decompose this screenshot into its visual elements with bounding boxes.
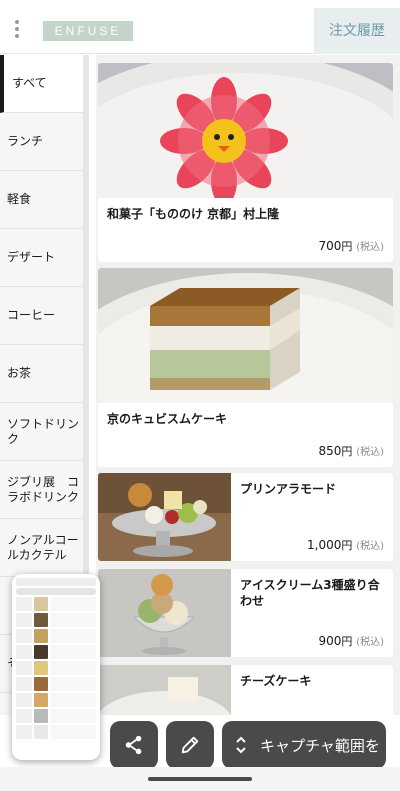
- product-name: 和菓子「もののけ 京都」村上隆: [107, 207, 280, 221]
- product-price: 700円 (税込): [318, 238, 384, 254]
- product-price: 1,000円 (税込): [307, 537, 384, 553]
- category-label: すべて: [12, 76, 47, 90]
- preview-url-bar: [16, 588, 96, 595]
- menu-card[interactable]: プリンアラモード 1,000円 (税込): [98, 473, 393, 561]
- home-gesture-handle[interactable]: [148, 777, 252, 781]
- category-label: ランチ: [7, 134, 44, 148]
- currency-unit: 円: [341, 635, 353, 648]
- category-item-soft-drink[interactable]: ソフトドリンク: [0, 403, 83, 461]
- category-label: お茶: [7, 366, 32, 380]
- pencil-icon: [181, 736, 199, 754]
- category-item-coffee[interactable]: コーヒー: [0, 287, 83, 345]
- category-item-non-alcohol[interactable]: ノンアルコールカクテル: [0, 519, 83, 577]
- category-item-ghibli-collab[interactable]: ジブリ展 コラボドリンク: [0, 461, 83, 519]
- more-options-icon[interactable]: [10, 20, 24, 42]
- menu-card[interactable]: チーズケーキ: [98, 665, 393, 715]
- menu-card[interactable]: 和菓子「もののけ 京都」村上隆 700円 (税込): [98, 63, 393, 262]
- product-price: 850円 (税込): [318, 443, 384, 459]
- category-label: ソフトドリンク: [7, 416, 80, 446]
- product-image: [98, 63, 393, 198]
- product-image: [98, 268, 393, 403]
- status-bar: [0, 0, 400, 8]
- currency-unit: 円: [341, 539, 353, 552]
- product-image: [98, 569, 231, 657]
- preview-status: [16, 578, 96, 586]
- app-header: ENFUSE 注文履歴: [0, 8, 400, 54]
- preview-row: [16, 645, 96, 659]
- preview-row: [16, 661, 96, 675]
- menu-card[interactable]: アイスクリーム3種盛り合わせ 900円 (税込): [98, 569, 393, 657]
- preview-row: [16, 629, 96, 643]
- preview-row: [16, 613, 96, 627]
- capture-toolbar: キャプチャ範囲を: [0, 715, 400, 769]
- preview-row: [16, 693, 96, 707]
- category-label: ジブリ展 コラボドリンク: [7, 474, 80, 504]
- price-value: 1,000: [307, 538, 342, 552]
- tax-note: (税込): [356, 637, 384, 648]
- capture-range-label: キャプチャ範囲を: [260, 736, 380, 755]
- price-value: 850: [318, 444, 342, 458]
- tax-note: (税込): [356, 447, 384, 458]
- category-item-all[interactable]: すべて: [0, 55, 83, 113]
- product-image: [98, 665, 231, 715]
- category-item-tea[interactable]: お茶: [0, 345, 83, 403]
- category-label: デザート: [7, 250, 56, 264]
- tax-note: (税込): [356, 541, 384, 552]
- order-history-button[interactable]: 注文履歴: [314, 8, 400, 54]
- product-name: 京のキュビスムケーキ: [107, 412, 228, 426]
- category-label: コーヒー: [7, 308, 56, 322]
- capture-range-button[interactable]: キャプチャ範囲を: [222, 721, 386, 769]
- share-icon: [125, 735, 142, 755]
- product-name: チーズケーキ: [240, 674, 312, 688]
- category-label: 軽食: [7, 192, 32, 206]
- brand-logo: ENFUSE: [43, 21, 133, 41]
- price-value: 700: [318, 239, 342, 253]
- product-price: 900円 (税込): [318, 633, 384, 649]
- system-navigation-bar: [0, 767, 400, 791]
- product-image: [98, 473, 231, 561]
- preview-row: [16, 597, 96, 611]
- preview-row: [16, 677, 96, 691]
- share-button[interactable]: [110, 721, 158, 769]
- currency-unit: 円: [341, 445, 353, 458]
- price-value: 900: [318, 634, 342, 648]
- currency-unit: 円: [341, 240, 353, 253]
- expand-collapse-icon: [234, 735, 248, 755]
- menu-list: 和菓子「もののけ 京都」村上隆 700円 (税込) 京のキュビスムケーキ 850…: [96, 55, 400, 715]
- category-item-dessert[interactable]: デザート: [0, 229, 83, 287]
- menu-card[interactable]: 京のキュビスムケーキ 850円 (税込): [98, 268, 393, 467]
- category-item-lunch[interactable]: ランチ: [0, 113, 83, 171]
- category-item-light-meal[interactable]: 軽食: [0, 171, 83, 229]
- product-name: プリンアラモード: [240, 482, 337, 496]
- edit-button[interactable]: [166, 721, 214, 769]
- category-label: ノンアルコールカクテル: [7, 532, 79, 562]
- tax-note: (税込): [356, 242, 384, 253]
- product-name: アイスクリーム3種盛り合わせ: [240, 578, 380, 608]
